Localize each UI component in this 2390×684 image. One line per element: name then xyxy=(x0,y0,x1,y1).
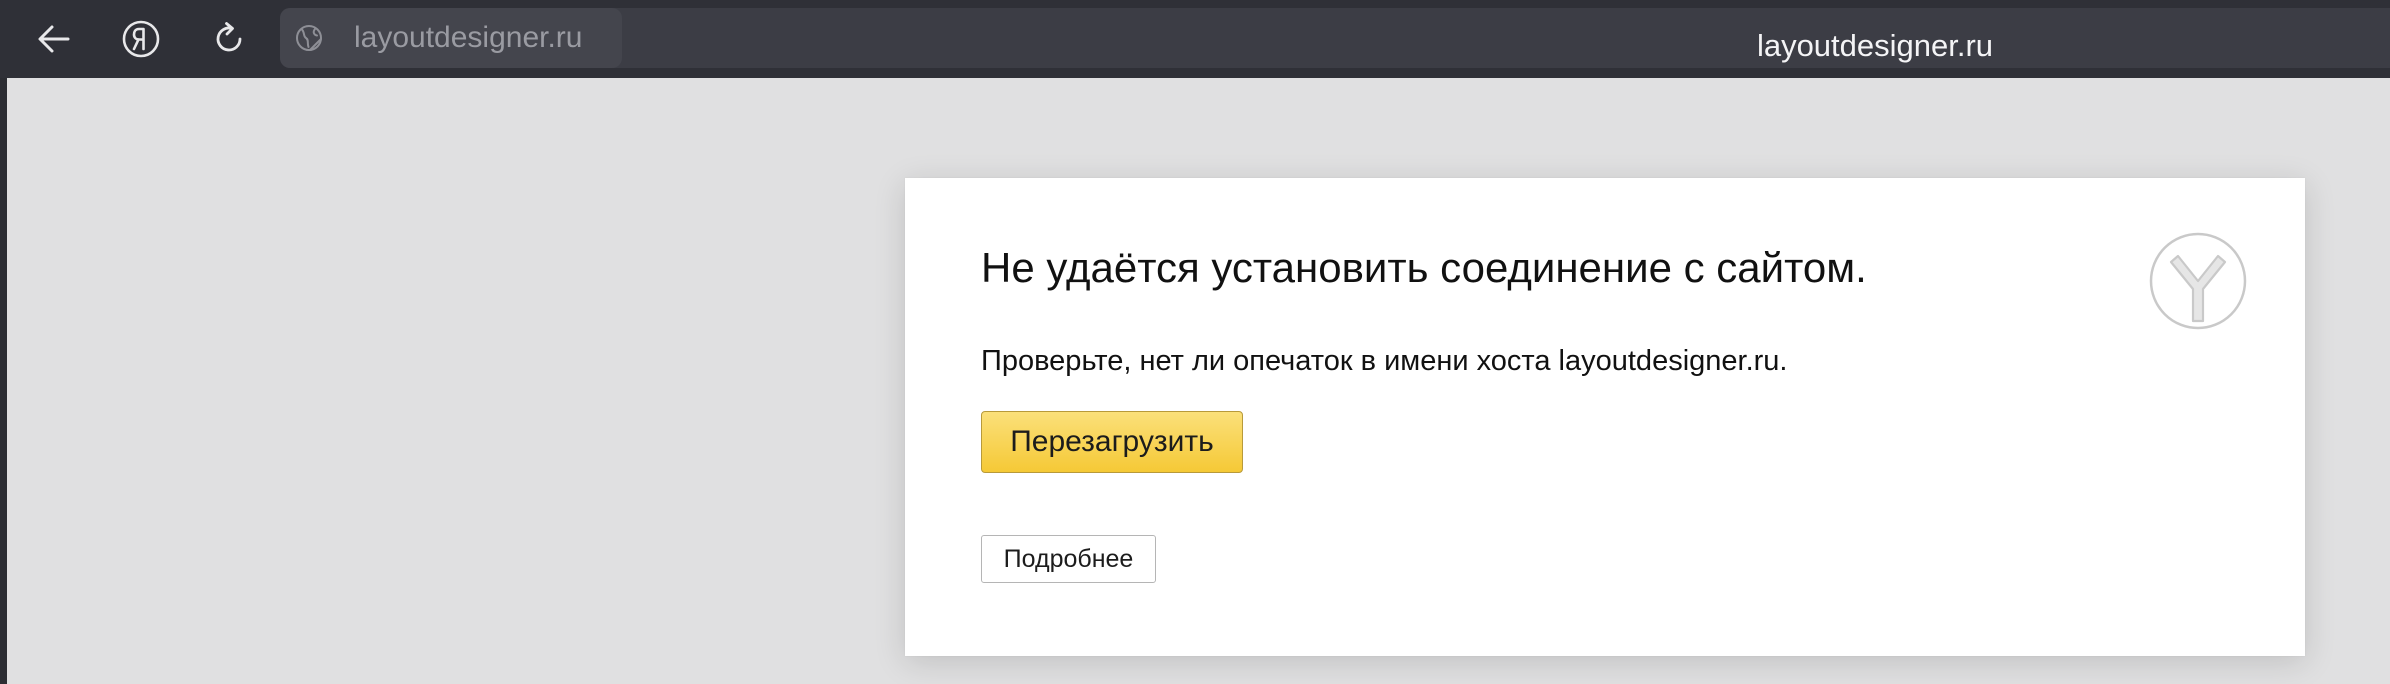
globe-icon xyxy=(294,23,324,53)
yandex-button[interactable] xyxy=(116,14,166,64)
yandex-ya-icon xyxy=(121,19,161,59)
address-bar[interactable]: layoutdesigner.ru layoutdesigner.ru xyxy=(280,8,2390,68)
back-button[interactable] xyxy=(29,14,79,64)
site-chip[interactable]: layoutdesigner.ru xyxy=(280,8,622,68)
reload-page-button[interactable] xyxy=(204,14,254,64)
details-button[interactable]: Подробнее xyxy=(981,535,1156,583)
site-chip-domain: layoutdesigner.ru xyxy=(354,21,583,54)
error-card: Не удаётся установить соединение с сайто… xyxy=(905,178,2305,656)
browser-window: layoutdesigner.ru layoutdesigner.ru Не у… xyxy=(0,0,2390,684)
error-title: Не удаётся установить соединение с сайто… xyxy=(981,244,1867,291)
yandex-browser-logo-icon xyxy=(2149,232,2247,330)
arrow-left-icon xyxy=(37,24,71,54)
reload-icon xyxy=(211,21,247,57)
error-description: Проверьте, нет ли опечаток в имени хоста… xyxy=(981,345,1788,377)
page-content: Не удаётся установить соединение с сайто… xyxy=(7,78,2390,684)
browser-toolbar: layoutdesigner.ru layoutdesigner.ru xyxy=(0,0,2390,78)
reload-button[interactable]: Перезагрузить xyxy=(981,411,1243,473)
page-domain-title: layoutdesigner.ru xyxy=(1756,28,1994,63)
